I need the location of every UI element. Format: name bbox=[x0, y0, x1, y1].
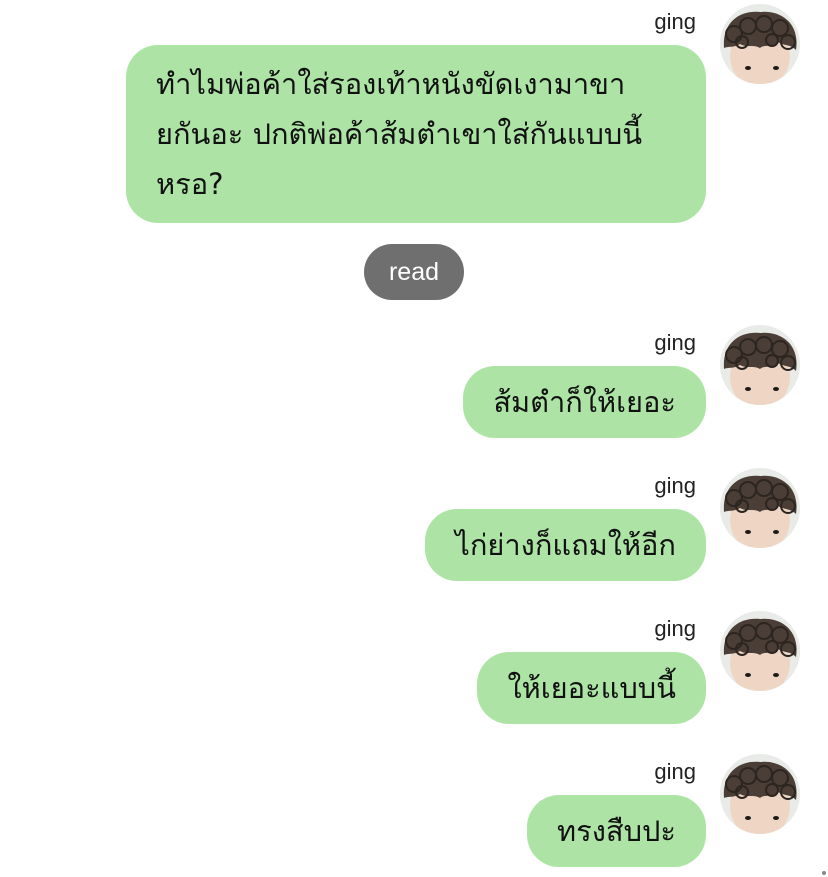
message-body: ging ส้มตำก็ให้เยอะ bbox=[463, 325, 706, 438]
sender-name: ging bbox=[654, 616, 696, 641]
message-bubble[interactable]: ทำไมพ่อค้าใส่รองเท้าหนังขัดเงามาขายกันอะ… bbox=[126, 45, 706, 223]
message-row: ging ทำไมพ่อค้าใส่รองเท้าหนังขัดเงามาขาย… bbox=[126, 4, 800, 223]
sender-name: ging bbox=[654, 759, 696, 784]
avatar-icon[interactable] bbox=[720, 754, 800, 834]
message-bubble[interactable]: ส้มตำก็ให้เยอะ bbox=[463, 366, 706, 438]
read-status-badge: read bbox=[364, 244, 464, 300]
message-bubble[interactable]: ไก่ย่างก็แถมให้อีก bbox=[425, 509, 706, 581]
avatar-icon[interactable] bbox=[720, 611, 800, 691]
message-row: ging ไก่ย่างก็แถมให้อีก bbox=[425, 468, 800, 581]
avatar-icon[interactable] bbox=[720, 325, 800, 405]
message-body: ging ทรงสืบปะ bbox=[527, 754, 706, 867]
message-row: ging ให้เยอะแบบนี้ bbox=[477, 611, 800, 724]
message-body: ging ให้เยอะแบบนี้ bbox=[477, 611, 706, 724]
sender-name: ging bbox=[654, 330, 696, 355]
avatar-icon[interactable] bbox=[720, 4, 800, 84]
message-row: ging ทรงสืบปะ bbox=[527, 754, 800, 867]
message-body: ging ไก่ย่างก็แถมให้อีก bbox=[425, 468, 706, 581]
message-bubble[interactable]: ทรงสืบปะ bbox=[527, 795, 706, 867]
message-body: ging ทำไมพ่อค้าใส่รองเท้าหนังขัดเงามาขาย… bbox=[126, 4, 706, 223]
chat-thread: ging ทำไมพ่อค้าใส่รองเท้าหนังขัดเงามาขาย… bbox=[0, 0, 828, 877]
message-bubble[interactable]: ให้เยอะแบบนี้ bbox=[477, 652, 706, 724]
scroll-indicator-dot bbox=[822, 871, 826, 875]
message-row: ging ส้มตำก็ให้เยอะ bbox=[463, 325, 800, 438]
sender-name: ging bbox=[654, 9, 696, 34]
sender-name: ging bbox=[654, 473, 696, 498]
avatar-icon[interactable] bbox=[720, 468, 800, 548]
